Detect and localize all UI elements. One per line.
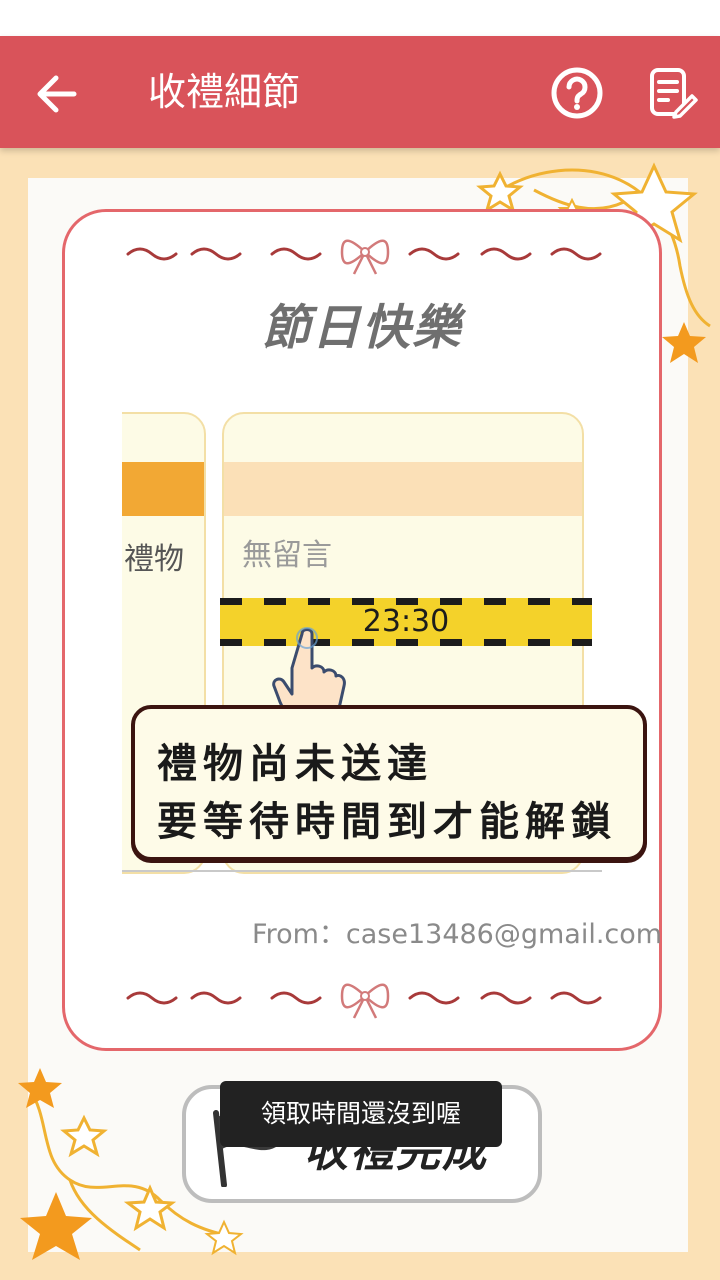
sender-email: From：case13486@gmail.com <box>252 919 663 950</box>
locked-warning-bubble: 禮物尚未送達 要等待時間到才能解鎖 <box>131 705 647 861</box>
warning-line-1: 禮物尚未送達 <box>157 741 433 787</box>
app-bar: 收禮細節 <box>0 36 720 148</box>
bow-ribbon-icon <box>126 239 602 275</box>
divider <box>122 870 602 872</box>
question-circle-icon[interactable] <box>550 66 604 120</box>
card-title: 節日快樂 <box>261 300 462 356</box>
bow-ribbon-icon <box>126 983 602 1019</box>
gift-card-band <box>224 462 582 516</box>
status-bar <box>0 0 720 36</box>
warning-line-2: 要等待時間到才能解鎖 <box>157 799 617 845</box>
gift-card-band <box>122 462 204 516</box>
page-title: 收禮細節 <box>148 70 301 114</box>
gift-message: 無留言 <box>242 538 332 573</box>
edit-note-icon[interactable] <box>646 66 698 120</box>
gift-label: 禮物 <box>124 542 184 577</box>
toast-message: 領取時間還沒到喔 <box>220 1081 502 1147</box>
arrow-left-icon[interactable] <box>30 72 82 116</box>
